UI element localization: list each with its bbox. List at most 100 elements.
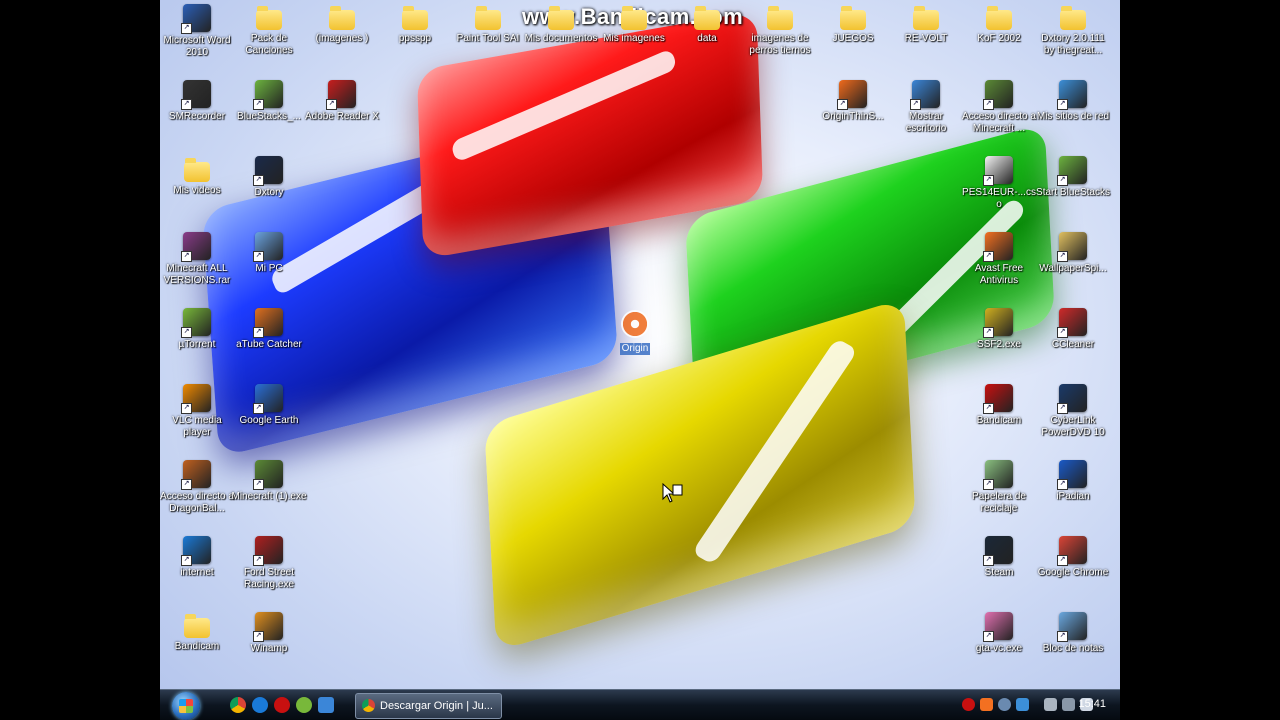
desktop-icon-paint-tool-sai[interactable]: Paint Tool SAI xyxy=(450,4,526,45)
desktop-icon-mi-pc[interactable]: ↗ Mi PC xyxy=(231,232,307,275)
desktop-icon-avast[interactable]: ↗ Avast Free Antivirus xyxy=(961,232,1037,287)
desktop-icon-dxtory[interactable]: ↗ Dxtory xyxy=(231,156,307,199)
desktop-icon-label: Paint Tool SAI xyxy=(456,33,520,44)
shortcut-arrow-icon: ↗ xyxy=(253,403,264,414)
re-volt-folder-icon xyxy=(913,6,939,30)
desktop-icon-internet[interactable]: ↗ internet xyxy=(160,536,235,579)
powerdvd-icon: ↗ xyxy=(1057,384,1087,414)
desktop-icon-mis-videos[interactable]: Mis videos xyxy=(160,156,235,197)
shortcut-arrow-icon: ↗ xyxy=(1057,631,1068,642)
desktop-icon-google-chrome[interactable]: ↗ Google Chrome xyxy=(1035,536,1111,579)
desktop-icon-ms-word[interactable]: ↗ Microsoft Word 2010 xyxy=(160,4,235,59)
shortcut-arrow-icon: ↗ xyxy=(983,175,994,186)
desktop-icon-adobe-reader[interactable]: ↗ Adobe Reader X xyxy=(304,80,380,123)
desktop-icon-gta-vc[interactable]: ↗ gta-vc.exe xyxy=(961,612,1037,655)
desktop-icon-re-volt[interactable]: RE-VOLT xyxy=(888,4,964,45)
desktop-icon-steam[interactable]: ↗ Steam xyxy=(961,536,1037,579)
desktop-icon-ford-street[interactable]: ↗ Ford Street Racing.exe xyxy=(231,536,307,591)
clock[interactable]: 15:41 xyxy=(1078,698,1106,710)
desktop-icon-label: gta-vc.exe xyxy=(975,643,1023,654)
desktop-icon-label: OriginThinS... xyxy=(822,111,884,122)
shortcut-arrow-icon: ↗ xyxy=(1057,327,1068,338)
desktop-icon-data[interactable]: data xyxy=(669,4,745,45)
shortcut-arrow-icon: ↗ xyxy=(181,99,192,110)
wallpaperspi-icon: ↗ xyxy=(1057,232,1087,262)
desktop-icon-papelera[interactable]: ↗ Papelera de reciclaje xyxy=(961,460,1037,515)
bandicam-app-icon: ↗ xyxy=(983,384,1013,414)
pes14-icon: ↗ xyxy=(983,156,1013,186)
start-bluestacks-icon: ↗ xyxy=(1057,156,1087,186)
desktop-icon-powerdvd[interactable]: ↗ CyberLink PowerDVD 10 xyxy=(1035,384,1111,439)
desktop-icon-atube-catcher[interactable]: ↗ aTube Catcher xyxy=(231,308,307,351)
desktop-icon-smrecorder[interactable]: ↗ SMRecorder xyxy=(160,80,235,123)
desktop-icon-bandicam-app[interactable]: ↗ Bandicam xyxy=(961,384,1037,427)
mis-imagenes-folder-icon xyxy=(621,6,647,30)
start-button[interactable] xyxy=(172,692,200,720)
desktop-icon-imagenes-perros[interactable]: imagenes de perros tiernos xyxy=(742,4,818,57)
desktop-icon-bandicam-folder[interactable]: Bandicam xyxy=(160,612,235,653)
desktop-icon-dxtory-folder[interactable]: Dxtory 2.0.111 by thegreat... xyxy=(1035,4,1111,57)
desktop-icon-label: Bandicam xyxy=(174,641,220,652)
bandicam-folder-folder-icon xyxy=(184,614,210,638)
tray-bandicam-icon[interactable] xyxy=(962,698,975,711)
desktop-icon-pes14[interactable]: ↗ PES14EUR-...cso xyxy=(961,156,1037,211)
shortcut-arrow-icon: ↗ xyxy=(983,403,994,414)
originthins-icon: ↗ xyxy=(837,80,867,110)
shortcut-arrow-icon: ↗ xyxy=(181,479,192,490)
tray-device-icon[interactable] xyxy=(1044,698,1057,711)
desktop-icon-ppsspp[interactable]: ppsspp xyxy=(377,4,453,45)
tray-network-icon[interactable] xyxy=(1016,698,1029,711)
desktop-icon-label: Bloc de notas xyxy=(1042,643,1104,654)
desktop-icon-minecraft-exe[interactable]: ↗ Minecraft (1).exe xyxy=(231,460,307,503)
desktop-icon-ccleaner[interactable]: ↗ CCleaner xyxy=(1035,308,1111,351)
mostrar-escritorio-icon: ↗ xyxy=(910,80,940,110)
desktop-icon-ipadian[interactable]: ↗ iPadian xyxy=(1035,460,1111,503)
desktop-icon-acceso-minecraft[interactable]: ↗ Acceso directo a Minecraft ... xyxy=(961,80,1037,135)
desktop-icon-utorrent[interactable]: ↗ µTorrent xyxy=(160,308,235,351)
desktop-icon-pack-canciones[interactable]: Pack de Canciones xyxy=(231,4,307,57)
desktop-icon-label: Pack de Canciones xyxy=(245,33,293,56)
mis-sitios-red-icon: ↗ xyxy=(1057,80,1087,110)
tray-steam-icon[interactable] xyxy=(998,698,1011,711)
taskbar-button-chrome-window[interactable]: Descargar Origin | Ju... xyxy=(355,693,502,719)
shortcut-arrow-icon: ↗ xyxy=(181,23,192,34)
quicklaunch-record-icon[interactable] xyxy=(274,697,290,713)
desktop-icon-label: Minecraft ALL VERSIONS.rar xyxy=(163,263,231,286)
desktop-icon-winamp[interactable]: ↗ Winamp xyxy=(231,612,307,655)
desktop-icon-bloc-notas[interactable]: ↗ Bloc de notas xyxy=(1035,612,1111,655)
desktop-icon-acceso-dragonball[interactable]: ↗ Acceso directo a DragonBal... xyxy=(160,460,235,515)
desktop-icon-bluestacks[interactable]: ↗ BlueStacks_... xyxy=(231,80,307,123)
desktop-icon-kof-2002[interactable]: KoF 2002 xyxy=(961,4,1037,45)
desktop-icon-juegos[interactable]: JUEGOS xyxy=(815,4,891,45)
desktop-icon-label: Bandicam xyxy=(976,415,1022,426)
desktop-icon-google-earth[interactable]: ↗ Google Earth xyxy=(231,384,307,427)
imagenes-perros-folder-icon xyxy=(767,6,793,30)
ipadian-icon: ↗ xyxy=(1057,460,1087,490)
quicklaunch-utorrent-icon[interactable] xyxy=(296,697,312,713)
desktop-icon-label: RE-VOLT xyxy=(904,33,948,44)
utorrent-icon: ↗ xyxy=(181,308,211,338)
desktop-icon-mostrar-escritorio[interactable]: ↗ Mostrar escritorio xyxy=(888,80,964,135)
desktop[interactable]: www.Bandicam.com ↗Microsoft Word 2010Pac… xyxy=(160,0,1120,720)
bloc-notas-icon: ↗ xyxy=(1057,612,1087,642)
desktop-icon-label: aTube Catcher xyxy=(236,339,302,350)
desktop-icon-label: Mi PC xyxy=(255,263,283,274)
desktop-icon-ssf2[interactable]: ↗ SSF2.exe xyxy=(961,308,1037,351)
quicklaunch-desktop-icon[interactable] xyxy=(318,697,334,713)
desktop-icon-label: Steam xyxy=(984,567,1014,578)
desktop-icon-start-bluestacks[interactable]: ↗ Start BlueStacks xyxy=(1035,156,1111,199)
origin-dragged-icon[interactable]: Origin xyxy=(597,310,673,356)
desktop-icon-minecraft-all[interactable]: ↗ Minecraft ALL VERSIONS.rar xyxy=(160,232,235,287)
desktop-icon-imagenes[interactable]: (imagenes ) xyxy=(304,4,380,45)
desktop-icon-vlc[interactable]: ↗ VLC media player xyxy=(160,384,235,439)
shortcut-arrow-icon: ↗ xyxy=(181,251,192,262)
tray-avast-icon[interactable] xyxy=(980,698,993,711)
desktop-icon-mis-sitios-red[interactable]: ↗ Mis sitios de red xyxy=(1035,80,1111,123)
desktop-icon-wallpaperspi[interactable]: ↗ WallpaperSpi... xyxy=(1035,232,1111,275)
tray-tools-icon[interactable] xyxy=(1062,698,1075,711)
desktop-icon-mis-imagenes[interactable]: Mis imagenes xyxy=(596,4,672,45)
desktop-icon-mis-documentos[interactable]: Mis documentos xyxy=(523,4,599,45)
quicklaunch-ie-icon[interactable] xyxy=(252,697,268,713)
desktop-icon-originthins[interactable]: ↗ OriginThinS... xyxy=(815,80,891,123)
quicklaunch-chrome-icon[interactable] xyxy=(230,697,246,713)
